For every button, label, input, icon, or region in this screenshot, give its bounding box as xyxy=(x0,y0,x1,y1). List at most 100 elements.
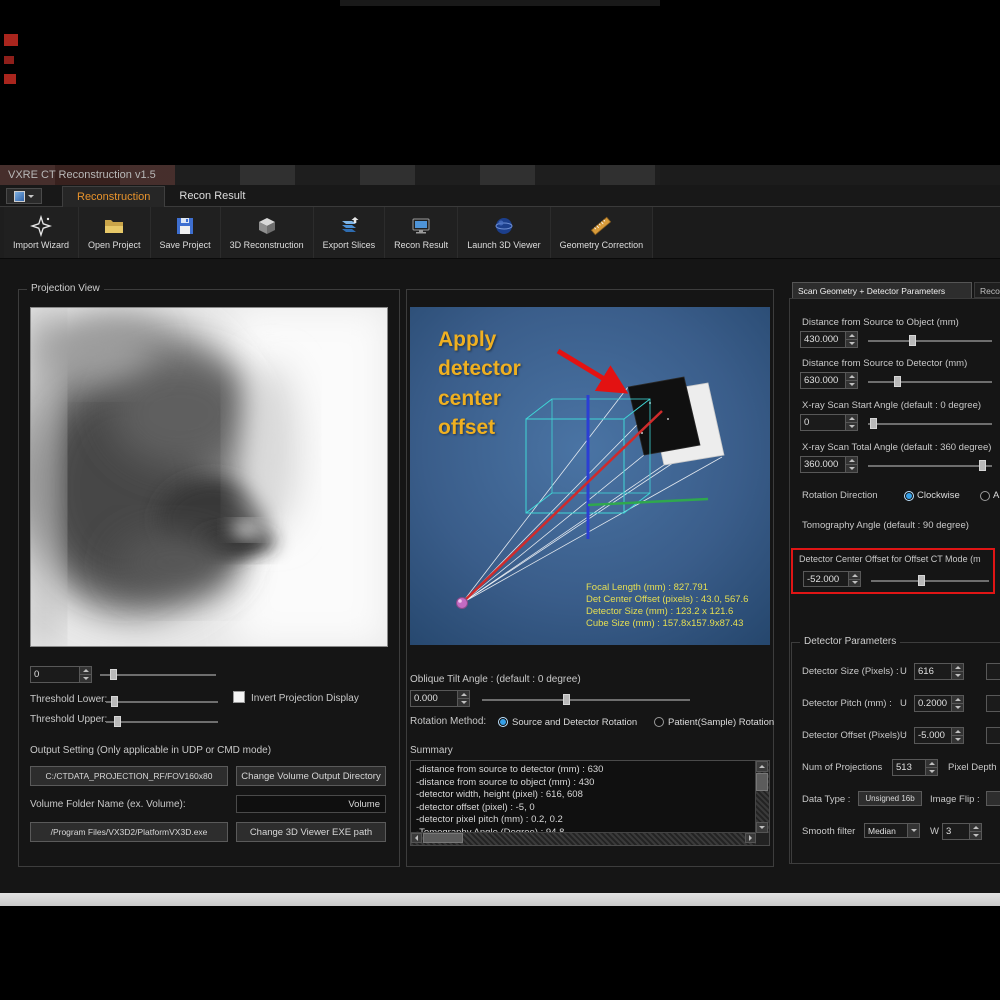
detector-offset-u-spinner[interactable]: -5.000 xyxy=(914,727,964,744)
threshold-lower-label: Threshold Lower: xyxy=(30,694,107,705)
data-type-value[interactable]: Unsigned 16b xyxy=(858,791,922,806)
slider-thumb[interactable] xyxy=(979,460,986,471)
spinner-down-icon[interactable] xyxy=(952,672,963,679)
spinner-up-icon[interactable] xyxy=(952,664,963,672)
tab-recon[interactable]: Recon xyxy=(974,282,1000,298)
change-viewer-exe-button[interactable]: Change 3D Viewer EXE path xyxy=(236,822,386,842)
spinner-down-icon[interactable] xyxy=(846,465,857,472)
source-object-distance-slider[interactable] xyxy=(868,334,992,347)
num-projections-spinner[interactable]: 513 xyxy=(892,759,938,776)
frame-spinner[interactable]: 0 xyxy=(30,666,92,683)
detector-pitch-v-spinner[interactable] xyxy=(986,695,1000,712)
title-bar[interactable]: VXRE CT Reconstruction v1.5 xyxy=(0,165,1000,185)
spinner-down-icon[interactable] xyxy=(849,580,860,587)
quick-access-button[interactable] xyxy=(6,188,42,204)
spinner-down-icon[interactable] xyxy=(846,423,857,430)
spinner-up-icon[interactable] xyxy=(952,696,963,704)
summary-box[interactable]: -distance from source to detector (mm) :… xyxy=(410,760,770,846)
detector-offset-spinner[interactable]: -52.000 xyxy=(803,571,861,587)
detector-offset-v-spinner[interactable] xyxy=(986,727,1000,744)
viewer-exe-path-button[interactable]: /Program Files/VX3D2/PlatformVX3D.exe xyxy=(30,822,228,842)
scroll-right-icon[interactable] xyxy=(745,833,756,843)
detector-size-v-spinner[interactable] xyxy=(986,663,1000,680)
oblique-tilt-slider[interactable] xyxy=(482,693,690,706)
scan-start-angle-slider[interactable] xyxy=(868,417,992,430)
import-wizard-button[interactable]: Import Wizard xyxy=(4,207,79,258)
export-slices-button[interactable]: Export Slices xyxy=(314,207,386,258)
image-flip-value[interactable] xyxy=(986,791,1000,806)
detector-pitch-u-spinner[interactable]: 0.2000 xyxy=(914,695,964,712)
3d-reconstruction-button[interactable]: 3D Reconstruction xyxy=(221,207,314,258)
threshold-lower-slider[interactable] xyxy=(106,695,218,708)
scrollbar-thumb[interactable] xyxy=(423,833,463,843)
geometry-correction-button[interactable]: Geometry Correction xyxy=(551,207,654,258)
slider-thumb[interactable] xyxy=(114,716,121,727)
spinner-up-icon[interactable] xyxy=(952,728,963,736)
scan-start-angle-spinner[interactable]: 0 xyxy=(800,414,858,431)
spinner-up-icon[interactable] xyxy=(846,332,857,340)
detector-size-u-spinner[interactable]: 616 xyxy=(914,663,964,680)
spinner-down-icon[interactable] xyxy=(970,832,981,839)
param-label: Distance from Source to Object (mm) xyxy=(802,317,959,328)
spinner-down-icon[interactable] xyxy=(926,768,937,775)
scrollbar-thumb[interactable] xyxy=(756,773,768,791)
recon-result-button[interactable]: Recon Result xyxy=(385,207,458,258)
volume-folder-field[interactable]: Volume xyxy=(236,795,386,813)
summary-line: -detector width, height (pixel) : 616, 6… xyxy=(416,789,753,802)
frame-slider[interactable] xyxy=(100,668,216,681)
viewer3d-panel[interactable]: Focal Length (mm) : 827.791 Det Center O… xyxy=(410,307,770,645)
rotation-direction-clockwise-radio[interactable] xyxy=(904,491,914,501)
slider-thumb[interactable] xyxy=(894,376,901,387)
scroll-down-icon[interactable] xyxy=(756,822,768,833)
spinner-up-icon[interactable] xyxy=(80,667,91,675)
oblique-tilt-spinner[interactable]: 0.000 xyxy=(410,690,470,707)
tab-recon-result[interactable]: Recon Result xyxy=(165,186,259,207)
slider-thumb[interactable] xyxy=(918,575,925,586)
w-spinner[interactable]: 3 xyxy=(942,823,982,840)
scan-total-angle-spinner[interactable]: 360.000 xyxy=(800,456,858,473)
scan-total-angle-slider[interactable] xyxy=(868,459,992,472)
spinner-down-icon[interactable] xyxy=(846,340,857,347)
output-directory-button[interactable]: C:/CTDATA_PROJECTION_RF/FOV160x80 xyxy=(30,766,228,786)
smooth-filter-label: Smooth filter xyxy=(802,826,855,837)
open-project-button[interactable]: Open Project xyxy=(79,207,151,258)
threshold-upper-slider[interactable] xyxy=(106,715,218,728)
rotation-method-source-radio[interactable] xyxy=(498,717,508,727)
summary-horizontal-scrollbar[interactable] xyxy=(411,832,756,845)
source-detector-distance-spinner[interactable]: 630.000 xyxy=(800,372,858,389)
spinner-up-icon[interactable] xyxy=(926,760,937,768)
spinner-up-icon[interactable] xyxy=(458,691,469,699)
detector-size-label: Detector Size (Pixels) : xyxy=(802,666,899,677)
detector-offset-slider[interactable] xyxy=(871,574,989,587)
spinner-up-icon[interactable] xyxy=(849,572,860,580)
tab-reconstruction[interactable]: Reconstruction xyxy=(62,186,165,207)
slider-thumb[interactable] xyxy=(111,696,118,707)
spinner-down-icon[interactable] xyxy=(846,381,857,388)
spinner-down-icon[interactable] xyxy=(80,675,91,682)
source-detector-distance-slider[interactable] xyxy=(868,375,992,388)
tab-scan-geometry[interactable]: Scan Geometry + Detector Parameters xyxy=(792,282,972,298)
spinner-up-icon[interactable] xyxy=(846,373,857,381)
slider-thumb[interactable] xyxy=(110,669,117,680)
spinner-down-icon[interactable] xyxy=(458,699,469,706)
spinner-up-icon[interactable] xyxy=(846,457,857,465)
summary-vertical-scrollbar[interactable] xyxy=(755,761,769,833)
rotation-method-patient-radio[interactable] xyxy=(654,717,664,727)
smooth-filter-dropdown[interactable]: Median xyxy=(864,823,920,838)
slider-thumb[interactable] xyxy=(909,335,916,346)
save-project-button[interactable]: Save Project xyxy=(151,207,221,258)
rotation-direction-anticlockwise-radio[interactable] xyxy=(980,491,990,501)
spinner-down-icon[interactable] xyxy=(952,704,963,711)
launch-3d-viewer-button[interactable]: Launch 3D Viewer xyxy=(458,207,550,258)
scroll-up-icon[interactable] xyxy=(756,761,768,772)
red-artifact xyxy=(4,74,16,84)
spinner-up-icon[interactable] xyxy=(846,415,857,423)
scroll-left-icon[interactable] xyxy=(411,833,422,843)
source-object-distance-spinner[interactable]: 430.000 xyxy=(800,331,858,348)
spinner-down-icon[interactable] xyxy=(952,736,963,743)
invert-projection-checkbox[interactable] xyxy=(233,691,245,703)
slider-thumb[interactable] xyxy=(563,694,570,705)
change-output-directory-button[interactable]: Change Volume Output Directory xyxy=(236,766,386,786)
spinner-up-icon[interactable] xyxy=(970,824,981,832)
slider-thumb[interactable] xyxy=(870,418,877,429)
